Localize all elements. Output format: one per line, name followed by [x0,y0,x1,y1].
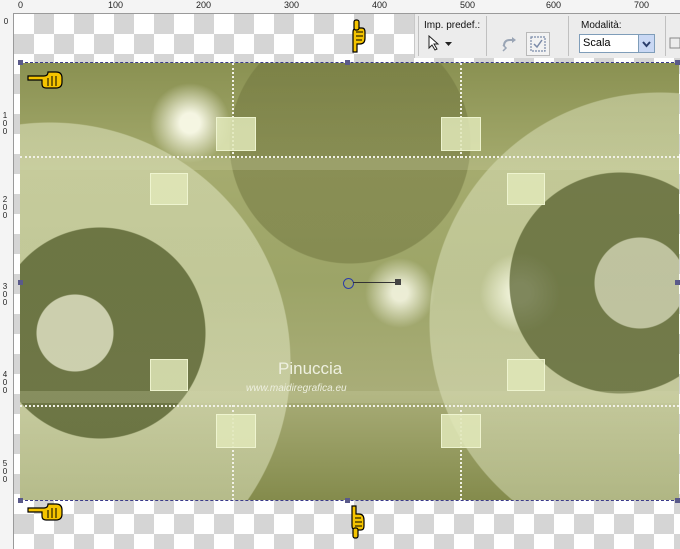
light-band [20,391,679,403]
ruler-label: 3 0 0 [2,282,8,307]
ruler-label: 400 [372,0,388,10]
light-square [507,359,545,391]
pick-tool-icon [428,35,440,51]
reset-icon [502,37,516,52]
preset-dropdown[interactable] [427,34,453,52]
ruler-label: 700 [634,0,650,10]
ruler-label: 300 [284,0,300,10]
ruler-label: 0 [3,17,9,26]
rotation-arm [353,282,397,283]
corner-handle-top-right[interactable] [675,60,680,65]
mode-dropdown[interactable]: Scala [579,34,655,53]
ruler-label: 100 [108,0,124,10]
watermark-url: www.maidiregrafica.eu [246,383,347,394]
ruler-label: 5 0 0 [2,459,8,484]
tool-options-bar: Imp. predef.: Modalità: Scala [414,14,680,58]
edge-handle-right[interactable] [675,280,680,285]
vertical-ruler[interactable]: 0 1 0 0 2 0 0 3 0 0 4 0 0 5 0 0 [0,13,14,549]
apply-icon [530,36,546,52]
horizontal-ruler[interactable]: 0 100 200 300 400 500 600 700 [0,0,680,14]
horizontal-guide[interactable] [20,156,679,158]
light-square [150,173,188,205]
corner-handle-bottom-left[interactable] [18,498,23,503]
light-square [507,173,545,205]
light-band [20,158,679,170]
chevron-down-icon [445,42,452,46]
mode-label: Modalità: [581,20,622,31]
pointing-hand-icon [27,71,63,89]
reset-button[interactable] [497,32,521,56]
horizontal-guide[interactable] [20,405,679,407]
rotation-pivot[interactable] [343,278,354,289]
watermark-name: Pinuccia [278,359,343,378]
light-square [441,414,481,448]
toolbar-separator [665,16,666,56]
corner-handle-bottom-right[interactable] [675,498,680,503]
light-square [216,414,256,448]
pointing-hand-icon [27,503,63,521]
ruler-label: 4 0 0 [2,370,8,395]
rotation-handle[interactable] [395,279,401,285]
edge-handle-bottom[interactable] [345,498,350,503]
mode-value: Scala [583,37,611,49]
light-square [216,117,256,151]
ruler-label: 500 [460,0,476,10]
ruler-label: 0 [18,0,24,10]
ruler-label: 2 0 0 [2,195,8,220]
overflow-icon[interactable] [669,36,680,50]
toolbar-separator [486,16,487,56]
ruler-label: 200 [196,0,212,10]
apply-button[interactable] [526,32,550,56]
preset-label: Imp. predef.: [424,20,481,31]
chevron-down-icon [642,41,651,48]
dropdown-arrow [638,35,654,52]
corner-handle-top-left[interactable] [18,60,23,65]
edge-handle-top[interactable] [345,60,350,65]
edge-handle-left[interactable] [18,280,23,285]
ruler-label: 600 [546,0,562,10]
toolbar-separator [418,16,419,56]
pointing-hand-icon [351,505,365,539]
pointing-hand-icon [352,19,366,53]
ruler-label: 1 0 0 [2,111,8,136]
light-square [150,359,188,391]
toolbar-separator [568,16,569,56]
light-square [441,117,481,151]
